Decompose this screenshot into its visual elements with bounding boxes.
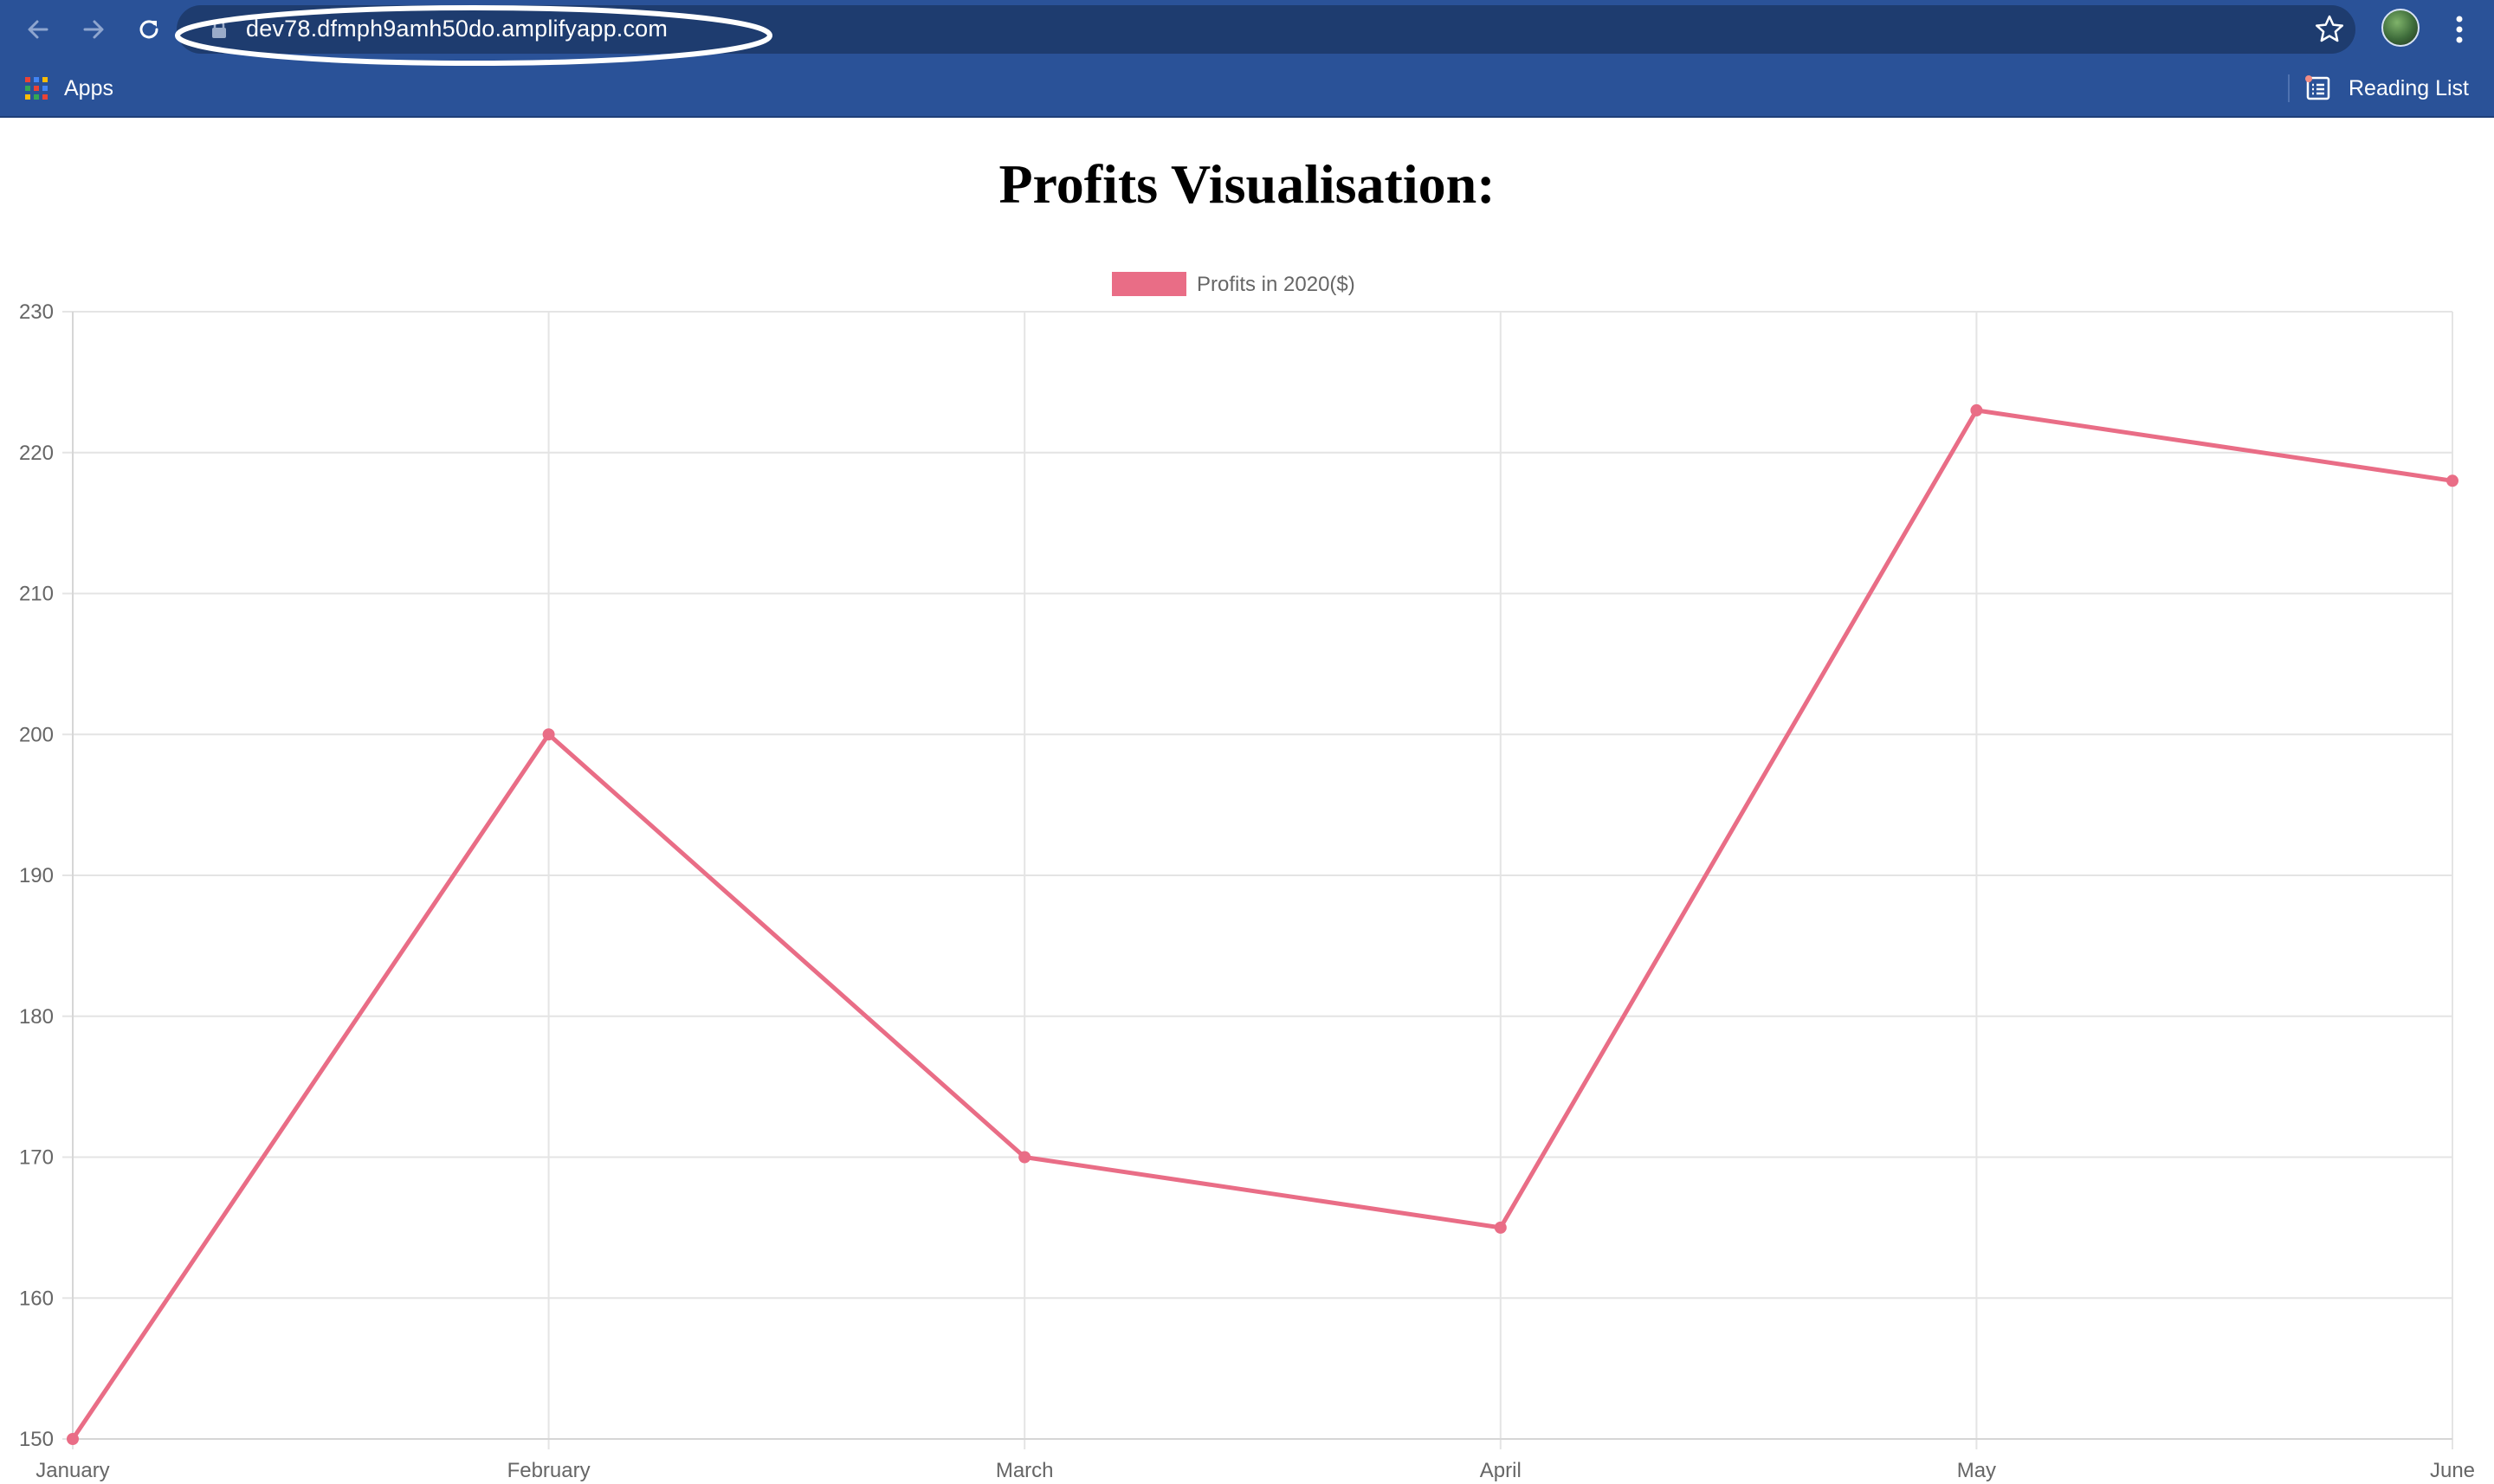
back-arrow-icon (28, 20, 48, 39)
data-point[interactable] (2446, 474, 2458, 487)
y-tick-label: 210 (19, 583, 54, 606)
bookmark-apps[interactable]: Apps (24, 73, 113, 104)
y-tick-label: 230 (19, 300, 54, 324)
y-tick-label: 160 (19, 1287, 54, 1310)
reading-list-icon (2305, 75, 2330, 100)
x-tick-label: April (1480, 1459, 1522, 1482)
y-tick-label: 220 (19, 442, 54, 465)
url-text[interactable]: dev78.dfmph9amh50do.amplifyapp.com (246, 16, 668, 42)
reload-icon (139, 20, 158, 39)
reading-list-label: Reading List (2349, 75, 2469, 100)
apps-label: Apps (64, 75, 113, 100)
chart-legend[interactable]: Profits in 2020($) (1112, 272, 1355, 296)
y-tick-label: 200 (19, 723, 54, 746)
y-tick-label: 180 (19, 1005, 54, 1029)
x-tick-label: June (2430, 1459, 2475, 1482)
profile-avatar[interactable] (2381, 9, 2420, 47)
forward-button[interactable] (74, 10, 113, 48)
apps-grid-icon (25, 77, 48, 100)
address-bar[interactable]: dev78.dfmph9amh50do.amplifyapp.com (177, 5, 2355, 54)
x-tick-label: January (36, 1459, 109, 1482)
bookmarks-divider (2288, 74, 2290, 102)
x-tick-label: February (507, 1459, 591, 1482)
data-point[interactable] (1018, 1151, 1031, 1164)
data-point[interactable] (542, 728, 555, 741)
back-button[interactable] (19, 10, 57, 48)
x-tick-label: March (996, 1459, 1054, 1482)
forward-arrow-icon (83, 20, 104, 39)
legend-label[interactable]: Profits in 2020($) (1197, 273, 1355, 296)
y-tick-label: 170 (19, 1146, 54, 1170)
y-tick-label: 190 (19, 864, 54, 887)
data-point[interactable] (1970, 403, 1983, 416)
y-tick-label: 150 (19, 1428, 54, 1451)
browser-chrome: dev78.dfmph9amh50do.amplifyapp.com Apps (0, 0, 2494, 118)
reload-button[interactable] (130, 10, 168, 48)
kebab-menu-icon[interactable] (2442, 10, 2477, 48)
data-point[interactable] (1494, 1221, 1507, 1234)
series-line (70, 408, 2455, 1442)
profits-line-chart: Profits in 2020($) 150 160 170 180 190 200 210… (19, 272, 2475, 1482)
data-point[interactable] (67, 1433, 79, 1445)
lock-icon[interactable] (210, 19, 229, 40)
star-icon[interactable] (2312, 12, 2347, 47)
x-tick-label: May (1957, 1459, 1996, 1482)
chart-series (67, 403, 2458, 1445)
chart-ticks: 150 160 170 180 190 200 210 220 230 January Februa… (19, 300, 2475, 1482)
legend-swatch[interactable] (1112, 272, 1186, 296)
chart-grid (62, 311, 2453, 1449)
page-title: Profits Visualisation: (998, 153, 1496, 215)
reading-list-button[interactable]: Reading List (2305, 71, 2469, 106)
